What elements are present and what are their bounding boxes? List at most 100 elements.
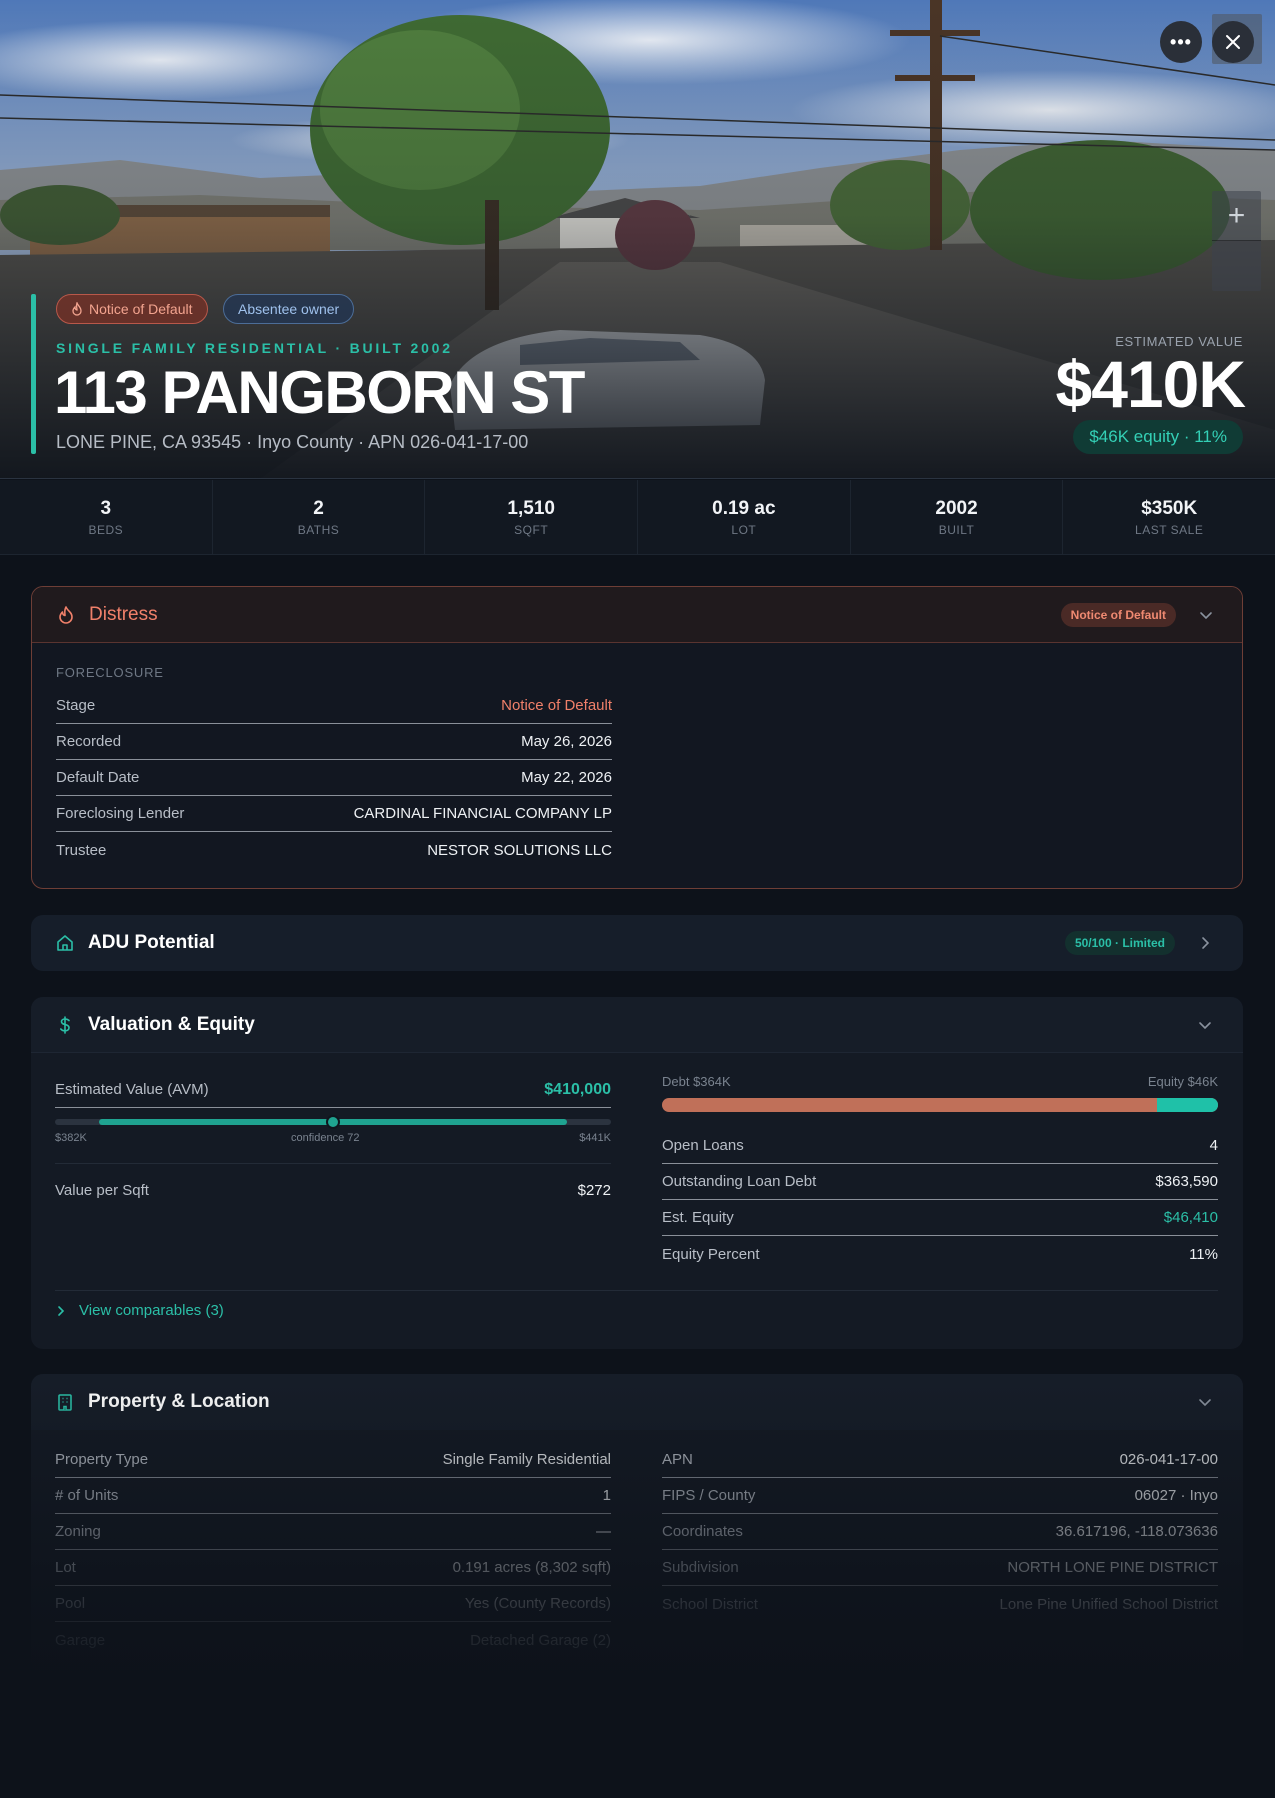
property-subtitle: SINGLE FAMILY RESIDENTIAL · BUILT 2002 (56, 340, 453, 356)
dollar-icon (60, 1016, 70, 1034)
kv-key: Subdivision (662, 1559, 739, 1576)
view-comparables-link[interactable]: View comparables (3) (55, 1302, 224, 1319)
kv-value: Detached Garage (2) (470, 1631, 611, 1649)
chevron-down-icon[interactable] (1198, 607, 1214, 623)
confidence-range-bar (55, 1115, 611, 1129)
kv-row-school-district: School District Lone Pine Unified School … (662, 1586, 1218, 1622)
estimated-value: $410K (1055, 347, 1246, 421)
badge-label: Absentee owner (238, 301, 340, 317)
badge-label: Notice of Default (89, 301, 193, 317)
kv-value: May 26, 2026 (521, 733, 612, 750)
kv-key: Pool (55, 1595, 86, 1612)
kv-row-trustee: Trustee NESTOR SOLUTIONS LLC (56, 832, 612, 868)
property-location-section: Property & Location Property Type Single … (31, 1374, 1243, 1674)
stat-label: LAST SALE (1135, 522, 1204, 537)
kv-key: Lot (55, 1559, 76, 1576)
kv-key: FIPS / County (662, 1487, 756, 1504)
kv-row-pool: Pool Yes (County Records) (55, 1586, 611, 1622)
section-title: Valuation & Equity (88, 1014, 255, 1035)
stat-value: 0.19 ac (712, 497, 776, 519)
stat-value: 2002 (935, 497, 978, 519)
kv-value: May 22, 2026 (521, 769, 612, 786)
kv-row-default-date: Default Date May 22, 2026 (56, 760, 612, 796)
section-title: ADU Potential (88, 932, 215, 953)
range-low: $382K (55, 1132, 87, 1144)
distress-badge: Notice of Default (1060, 603, 1176, 627)
stat-value: $350K (1141, 497, 1198, 519)
property-header[interactable]: Property & Location (31, 1374, 1243, 1430)
kv-key: Coordinates (662, 1523, 743, 1540)
absentee-owner-badge: Absentee owner (223, 294, 355, 324)
section-title: Distress (89, 604, 158, 625)
equity-pill: $46K equity · 11% (1073, 420, 1243, 454)
kv-value: 026-041-17-00 (1119, 1451, 1218, 1468)
kv-row-stage: Stage Notice of Default (56, 688, 612, 724)
distress-header[interactable]: Distress Notice of Default (32, 587, 1242, 643)
kv-key: Outstanding Loan Debt (662, 1173, 817, 1190)
stat-label: SQFT (514, 522, 549, 537)
notice-of-default-badge: Notice of Default (56, 294, 208, 324)
divider (55, 1163, 611, 1164)
adu-score-badge: 50/100 · Limited (1064, 931, 1175, 955)
section-title: Property & Location (88, 1391, 270, 1412)
chevron-down-icon[interactable] (1197, 1017, 1213, 1033)
kv-value: Single Family Residential (442, 1451, 611, 1468)
kv-row-units: # of Units 1 (55, 1478, 611, 1514)
flame-icon (59, 606, 73, 624)
ownership-section[interactable]: Ownership Absentee (31, 1715, 1243, 1771)
stat-label: LOT (731, 522, 757, 537)
kv-row-lender: Foreclosing Lender CARDINAL FINANCIAL COM… (56, 796, 612, 832)
kv-row-fips: FIPS / County 06027 · Inyo (662, 1478, 1218, 1514)
avm-label: Estimated Value (AVM) (55, 1081, 209, 1098)
kv-value: 06027 · Inyo (1134, 1487, 1218, 1504)
divider (55, 1290, 1218, 1291)
kv-row-coordinates: Coordinates 36.617196, -118.073636 (662, 1514, 1218, 1550)
kv-value: $363,590 (1155, 1173, 1218, 1190)
valuation-header[interactable]: Valuation & Equity (31, 997, 1243, 1053)
kv-row-garage: Garage Detached Garage (2) (55, 1622, 611, 1658)
close-button[interactable] (1212, 21, 1254, 63)
flame-icon (72, 302, 82, 316)
stat-value: 1,510 (507, 497, 555, 519)
kv-value: Yes (County Records) (464, 1595, 611, 1612)
kv-value: 11% (1189, 1245, 1218, 1263)
kv-key: Default Date (56, 769, 140, 786)
adu-header[interactable]: ADU Potential 50/100 · Limited (31, 915, 1243, 971)
kv-value: Notice of Default (501, 697, 612, 714)
kv-row-apn: APN 026-041-17-00 (662, 1442, 1218, 1478)
section-title: Ownership (88, 1732, 187, 1753)
adu-potential-section[interactable]: ADU Potential 50/100 · Limited (31, 915, 1243, 971)
property-address-title: 113 PANGBORN ST (54, 359, 585, 426)
equity-label: Equity $46K (1147, 1074, 1218, 1089)
chevron-down-icon[interactable] (1197, 1394, 1213, 1410)
kv-value: $272 (577, 1181, 611, 1199)
stat-label: BATHS (297, 522, 340, 537)
kv-row-recorded: Recorded May 26, 2026 (56, 724, 612, 760)
kv-row-lot: Lot 0.191 acres (8,302 sqft) (55, 1550, 611, 1586)
stat-last-sale: $350K LAST SALE (1063, 480, 1275, 554)
kv-key: Property Type (55, 1451, 149, 1468)
zoom-out-button[interactable] (1212, 241, 1261, 291)
avm-value: $410,000 (544, 1080, 611, 1098)
stat-baths: 2 BATHS (213, 480, 426, 554)
kv-value: 36.617196, -118.073636 (1055, 1523, 1218, 1540)
stat-sqft: 1,510 SQFT (425, 480, 639, 554)
close-icon (1226, 35, 1240, 49)
kv-key: Open Loans (662, 1137, 744, 1154)
debt-label: Debt $364K (662, 1074, 731, 1089)
chevron-right-icon[interactable] (1197, 935, 1213, 951)
stat-built: 2002 BUILT (851, 480, 1064, 554)
kv-value: 1 (602, 1487, 611, 1504)
zoom-in-button[interactable]: + (1212, 191, 1261, 241)
kv-row-loan-debt: Outstanding Loan Debt $363,590 (662, 1164, 1218, 1200)
kv-row-open-loans: Open Loans 4 (662, 1128, 1218, 1164)
more-options-button[interactable]: ••• (1160, 21, 1202, 63)
kv-row-subdivision: Subdivision NORTH LONE PINE DISTRICT (662, 1550, 1218, 1586)
chevron-right-icon (58, 1305, 65, 1316)
kv-value: NESTOR SOLUTIONS LLC (427, 841, 612, 859)
kv-row-equity-percent: Equity Percent 11% (662, 1236, 1218, 1272)
home-icon (57, 935, 73, 951)
view-comparables-label: View comparables (3) (79, 1302, 224, 1319)
stat-beds: 3 BEDS (0, 480, 213, 554)
kv-row-ppsf: Value per Sqft $272 (55, 1172, 611, 1208)
